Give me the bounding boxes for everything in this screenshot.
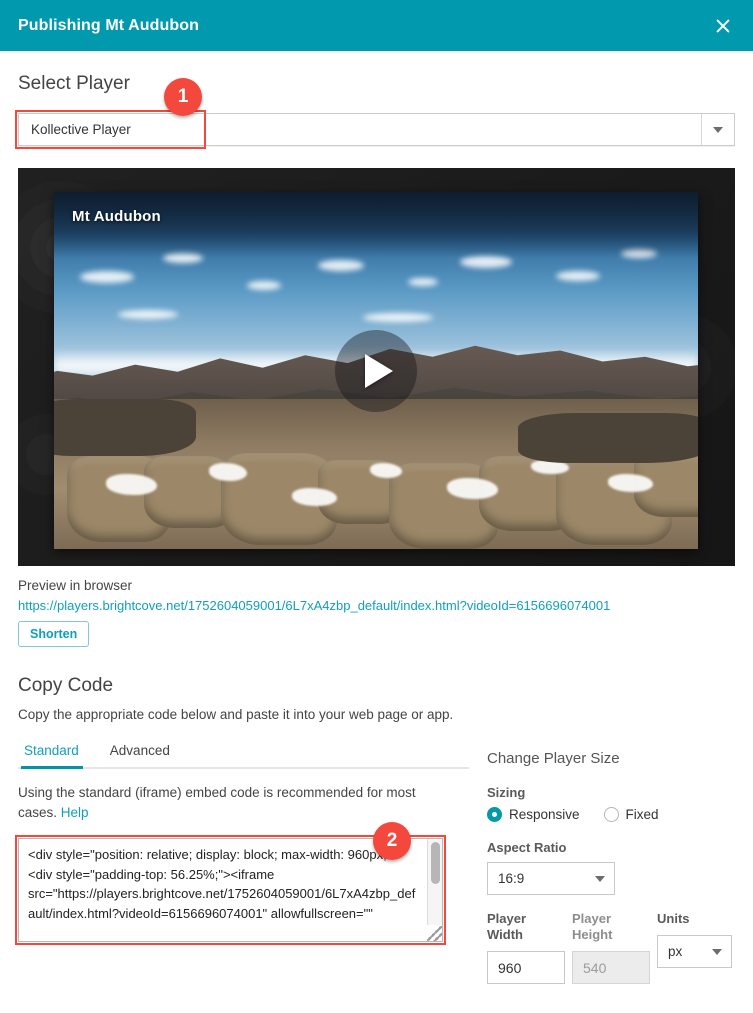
textarea-resize-handle[interactable] (427, 926, 442, 942)
embed-code-scrollbar[interactable] (427, 839, 442, 926)
player-height-field: Player Height 540 (572, 911, 650, 984)
sizing-label: Sizing (487, 785, 526, 800)
radio-fixed-icon (603, 807, 619, 822)
copy-code-subtitle: Copy the appropriate code below and past… (18, 707, 454, 722)
copy-code-columns: Standard Advanced Using the standard (if… (15, 738, 735, 984)
radio-fixed-label: Fixed (625, 807, 659, 822)
player-width-label: Player Width (487, 911, 527, 942)
aspect-ratio-select[interactable]: 16:9 (487, 862, 615, 895)
scrollbar-thumb[interactable] (431, 842, 440, 885)
video-preview-container: Mt Audubon (18, 168, 735, 566)
callout-badge-1: 1 (164, 78, 202, 116)
player-width-field: Player Width 960 (487, 911, 565, 984)
tab-advanced[interactable]: Advanced (107, 738, 186, 767)
units-select[interactable]: px (657, 935, 732, 968)
chevron-down-icon (595, 875, 605, 882)
preview-url-link[interactable]: https://players.brightcove.net/175260405… (18, 598, 735, 613)
aspect-ratio-value: 16:9 (498, 871, 525, 886)
units-value: px (668, 944, 683, 959)
embed-description: Using the standard (iframe) embed code i… (18, 783, 418, 822)
chevron-down-icon (713, 126, 723, 133)
callout-badge-2: 2 (373, 822, 411, 860)
select-player-heading: Select Player (18, 73, 130, 94)
aspect-ratio-label: Aspect Ratio (487, 840, 567, 855)
play-icon (365, 353, 393, 388)
units-field: Units px (657, 911, 735, 984)
change-player-size-heading: Change Player Size (487, 750, 620, 767)
copy-code-heading: Copy Code (18, 675, 114, 696)
video-title: Mt Audubon (72, 208, 161, 225)
dialog-titlebar: Publishing Mt Audubon (0, 0, 753, 51)
player-select-wrapper: Kollective Player (15, 110, 735, 149)
radio-fixed[interactable]: Fixed (603, 807, 659, 822)
tab-standard[interactable]: Standard (21, 738, 95, 769)
chevron-down-icon (712, 948, 722, 955)
radio-responsive[interactable]: Responsive (487, 807, 580, 822)
dialog-title: Publishing Mt Audubon (18, 16, 200, 34)
player-size-panel: Change Player Size Sizing Responsive Fix… (469, 738, 735, 984)
player-select[interactable]: Kollective Player (18, 113, 735, 146)
player-select-value: Kollective Player (31, 122, 131, 137)
help-link[interactable]: Help (61, 805, 89, 820)
units-label: Units (657, 911, 690, 926)
embed-code-tabs: Standard Advanced (18, 738, 469, 769)
player-width-input[interactable]: 960 (487, 951, 565, 984)
radio-responsive-icon (487, 807, 502, 822)
player-select-arrow[interactable] (701, 114, 734, 145)
close-button[interactable] (710, 13, 736, 39)
video-player[interactable]: Mt Audubon (54, 192, 698, 549)
player-height-input: 540 (572, 951, 650, 984)
preview-in-browser-label: Preview in browser (18, 578, 133, 593)
sizing-radio-group: Responsive Fixed (487, 807, 735, 822)
shorten-button[interactable]: Shorten (18, 621, 90, 647)
play-button[interactable] (335, 329, 417, 412)
player-dimensions-row: Player Width 960 Player Height 540 Units… (487, 911, 735, 984)
close-icon (716, 19, 730, 32)
video-title-overlay (54, 192, 698, 258)
copy-code-left-column: Standard Advanced Using the standard (if… (15, 738, 469, 984)
player-height-label: Player Height (572, 911, 613, 942)
radio-responsive-label: Responsive (509, 807, 580, 822)
